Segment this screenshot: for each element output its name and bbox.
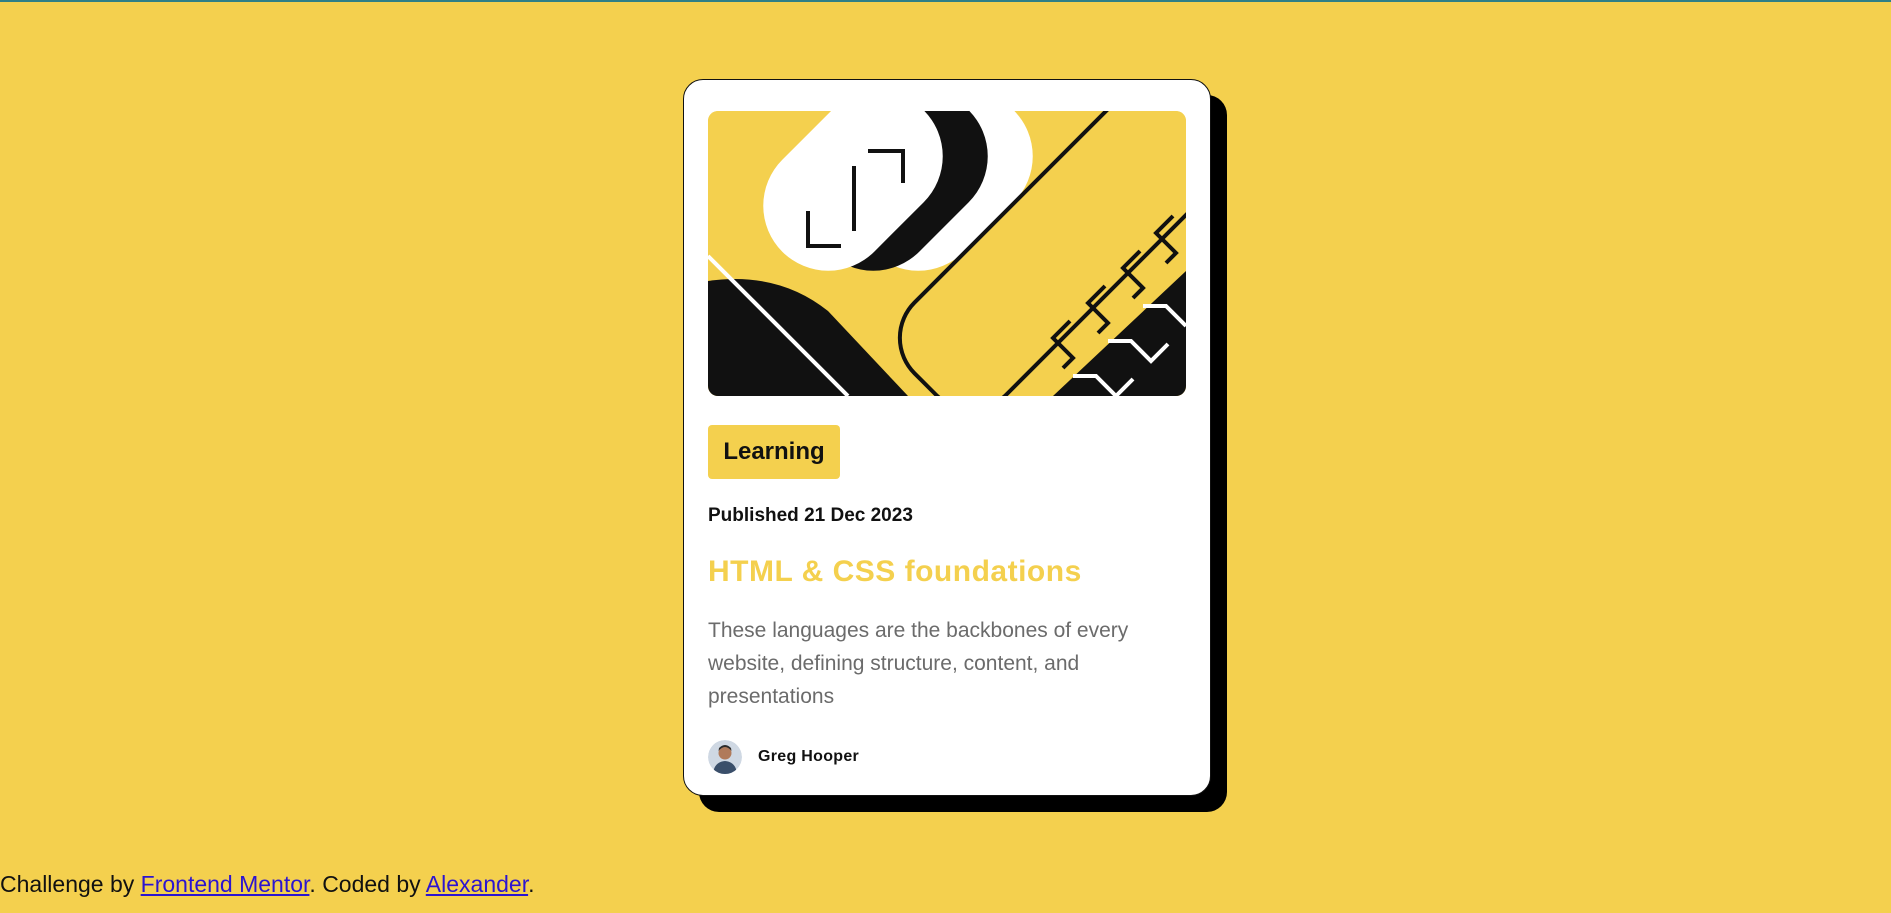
author-row: Greg Hooper [708, 740, 1186, 774]
author-name: Greg Hooper [758, 748, 860, 765]
category-tag: Learning [708, 425, 840, 479]
attribution-suffix: . [528, 871, 535, 897]
published-date: Published 21 Dec 2023 [708, 505, 913, 526]
card-description: These languages are the backbones of eve… [708, 619, 1129, 708]
hero-illustration-image [708, 111, 1186, 396]
attribution-prefix: Challenge by [0, 871, 141, 897]
author-link[interactable]: Alexander [426, 871, 528, 897]
frontend-mentor-link[interactable]: Frontend Mentor [141, 871, 310, 897]
avatar-image [708, 740, 742, 774]
avatar [708, 740, 742, 774]
blog-preview-card: Learning Published 21 Dec 2023 HTML & CS… [683, 79, 1211, 796]
card-title[interactable]: HTML & CSS foundations [708, 555, 1186, 589]
hero-illustration [708, 111, 1186, 396]
attribution-footer: Challenge by Frontend Mentor. Coded by A… [0, 871, 534, 898]
attribution-middle: . Coded by [309, 871, 426, 897]
